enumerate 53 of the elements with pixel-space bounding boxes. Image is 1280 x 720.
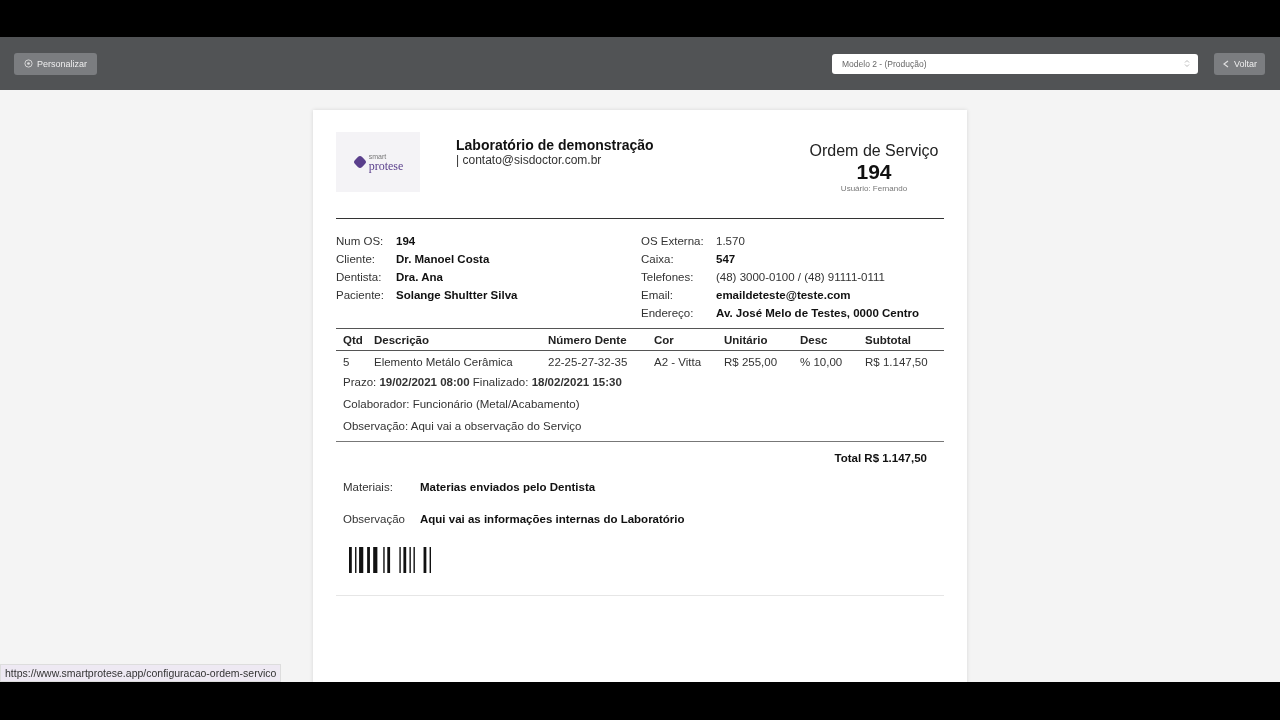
service-detail: Observação: Aqui vai a observação do Serviço xyxy=(343,419,583,434)
status-url: https://www.smartprotese.app/configuracao-ordem-servico xyxy=(0,664,282,682)
field-label: Cliente: xyxy=(336,253,376,267)
dropdown-arrow-icon xyxy=(1184,59,1190,68)
user-label: Usuário: Fernando xyxy=(839,184,909,193)
order-number: 194 xyxy=(855,160,893,184)
table-cell: A2 - Vitta xyxy=(654,350,724,371)
field-label: Num OS: xyxy=(336,235,385,249)
field-value: 547 xyxy=(716,253,736,267)
column-header: Qtd xyxy=(336,329,374,351)
note-value: Materias enviados pelo Dentista xyxy=(420,481,596,495)
column-header: Número Dente xyxy=(548,329,654,351)
field-label: Endereço: xyxy=(641,307,695,321)
table-cell: R$ 1.147,50 xyxy=(865,350,944,371)
field-label: Telefones: xyxy=(641,271,695,285)
column-header: Descrição xyxy=(374,329,548,351)
table-cell: R$ 255,00 xyxy=(724,350,800,371)
field-label: OS Externa: xyxy=(641,235,705,249)
field-label: Caixa: xyxy=(641,253,675,267)
lab-contact: | contato@sisdoctor.com.br xyxy=(456,153,603,167)
note-label: Observação xyxy=(343,513,406,527)
note-value: Aqui vai as informações internas do Laboratório xyxy=(420,513,685,527)
barcode-icon xyxy=(349,547,431,573)
field-value: 194 xyxy=(396,235,416,249)
service-detail: Colaborador: Funcionário (Metal/Acabamento) xyxy=(343,397,581,412)
column-header: Desc xyxy=(800,329,865,351)
field-value: Dr. Manoel Costa xyxy=(396,253,490,267)
column-header: Cor xyxy=(654,329,724,351)
back-button[interactable]: Voltar xyxy=(1214,52,1265,75)
table-cell: Elemento Metálo Cerâmica xyxy=(374,350,548,371)
field-value: Dra. Ana xyxy=(396,271,443,285)
document-title: Ordem de Serviço xyxy=(808,142,940,160)
column-header: Subtotal xyxy=(865,329,944,351)
field-value: emaildeteste@teste.com xyxy=(716,289,851,303)
settings-icon xyxy=(24,59,33,68)
field-value: Solange Shultter Silva xyxy=(396,289,518,303)
table-cell: 5 xyxy=(336,350,374,371)
field-value: Av. José Melo de Testes, 0000 Centro xyxy=(716,307,920,321)
field-label: Dentista: xyxy=(336,271,383,285)
lab-name: Laboratório de demonstração xyxy=(456,137,654,153)
field-value: 1.570 xyxy=(716,235,745,249)
field-label: Paciente: xyxy=(336,289,385,303)
field-value: (48) 3000-0100 / (48) 91111-0111 xyxy=(716,271,885,285)
note-label: Materiais: xyxy=(343,481,394,495)
model-select[interactable]: Modelo 2 - (Produção) xyxy=(832,53,1198,74)
table-cell: 22-25-27-32-35 xyxy=(548,350,654,371)
field-label: Email: xyxy=(641,289,674,303)
column-header: Unitário xyxy=(724,329,800,351)
back-icon xyxy=(1222,59,1230,68)
table-cell: % 10,00 xyxy=(800,350,865,371)
total-amount: Total R$ 1.147,50 xyxy=(834,452,927,464)
service-detail: Prazo: 19/02/2021 08:00 Finalizado: 18/02/2021 15:30 xyxy=(343,375,623,390)
customize-button[interactable]: Personalizar xyxy=(14,52,98,75)
